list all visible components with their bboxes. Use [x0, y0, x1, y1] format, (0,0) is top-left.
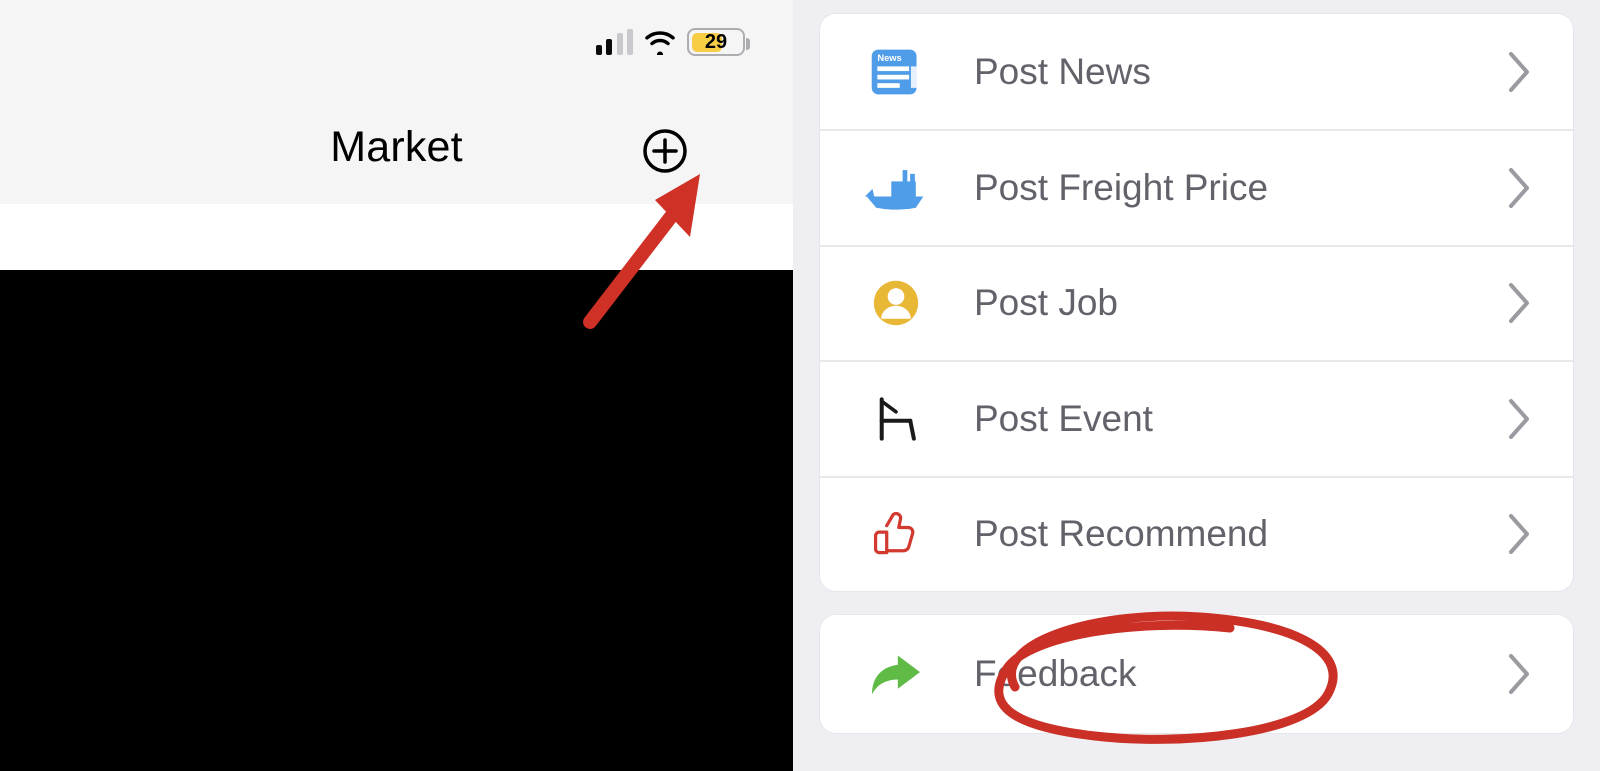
left-content-strip: [0, 204, 793, 270]
battery-indicator: 29: [687, 28, 745, 56]
menu-item-post-news[interactable]: News Post News: [820, 14, 1573, 129]
battery-percent: 29: [689, 31, 743, 54]
post-menu-panel: News Post News: [793, 0, 1600, 771]
ship-icon: [862, 154, 930, 222]
chair-icon: [862, 385, 930, 453]
status-bar: 29: [596, 22, 746, 62]
chevron-right-icon: [1505, 652, 1533, 696]
chevron-right-icon: [1505, 512, 1533, 556]
chevron-right-icon: [1505, 166, 1533, 210]
news-icon: News: [862, 38, 930, 106]
plus-circle-icon: [642, 128, 688, 174]
chevron-right-icon: [1505, 50, 1533, 94]
menu-item-label: Post News: [974, 51, 1505, 93]
menu-item-label: Post Event: [974, 398, 1505, 440]
chevron-right-icon: [1505, 397, 1533, 441]
svg-text:News: News: [877, 52, 901, 62]
add-button[interactable]: [642, 128, 688, 174]
menu-item-label: Post Recommend: [974, 513, 1505, 555]
menu-item-post-event[interactable]: Post Event: [820, 360, 1573, 475]
post-menu-group-2: Feedback: [820, 615, 1573, 733]
chevron-right-icon: [1505, 281, 1533, 325]
cellular-signal-icon: [596, 29, 634, 55]
person-icon: [862, 269, 930, 337]
wifi-icon: [643, 29, 677, 55]
left-screenshot-panel: 29 Market: [0, 0, 793, 270]
share-arrow-icon: [862, 640, 930, 708]
menu-item-post-job[interactable]: Post Job: [820, 245, 1573, 360]
menu-item-feedback[interactable]: Feedback: [820, 615, 1573, 733]
menu-item-label: Feedback: [974, 653, 1505, 695]
menu-item-post-recommend[interactable]: Post Recommend: [820, 476, 1573, 591]
post-menu-group-1: News Post News: [820, 14, 1573, 591]
menu-item-post-freight-price[interactable]: Post Freight Price: [820, 129, 1573, 244]
menu-item-label: Post Freight Price: [974, 167, 1505, 209]
menu-item-label: Post Job: [974, 282, 1505, 324]
thumbs-up-icon: [862, 500, 930, 568]
